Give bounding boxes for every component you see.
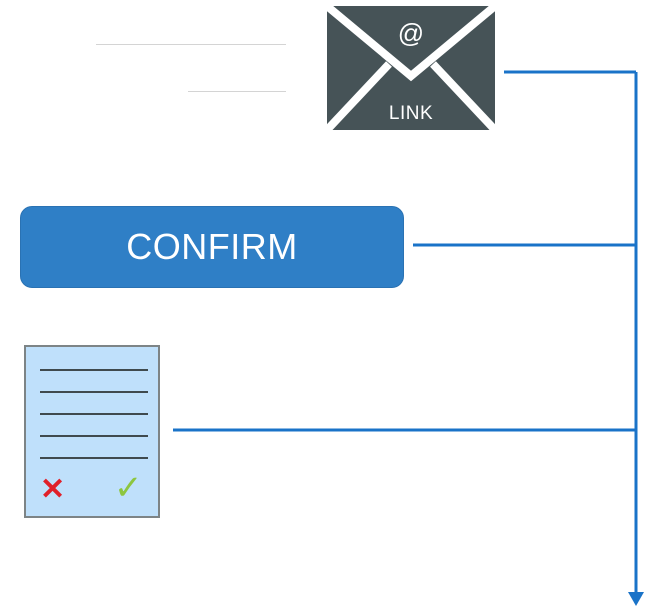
- flow-connectors: [173, 70, 644, 606]
- arrow-down-icon: [628, 592, 644, 606]
